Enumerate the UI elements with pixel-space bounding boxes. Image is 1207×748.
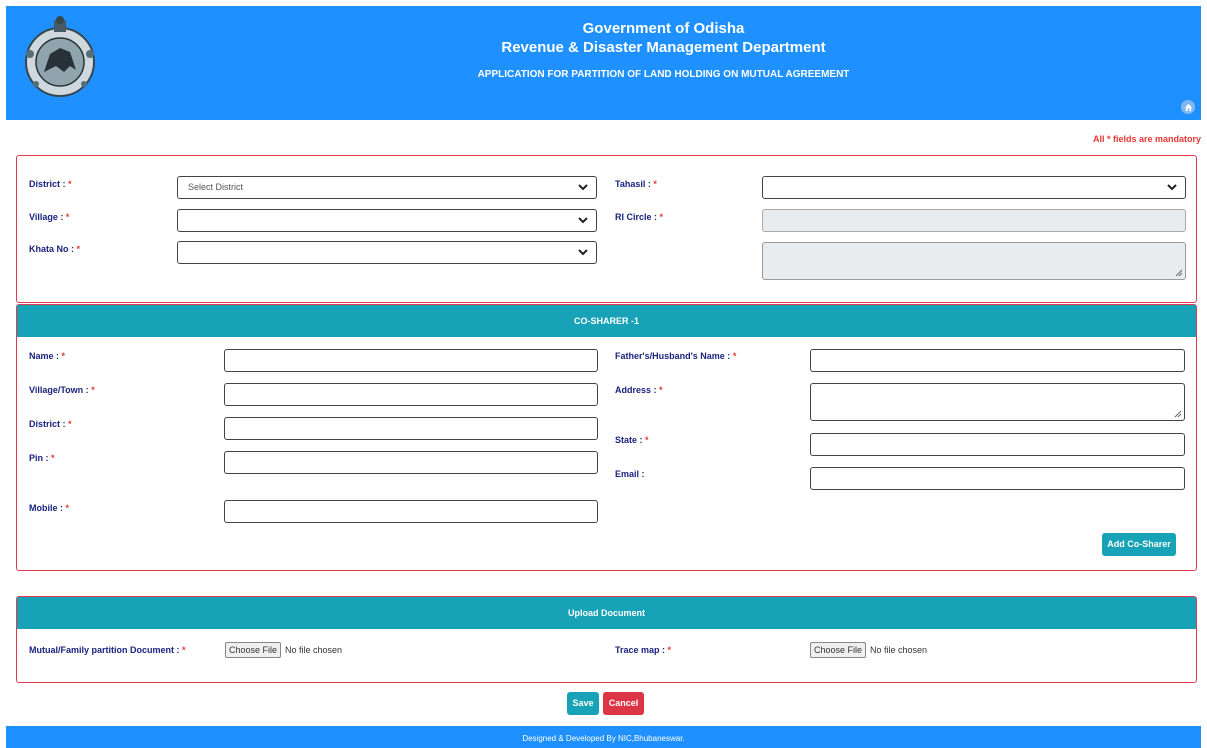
header-banner: Government of Odisha Revenue & Disaster … bbox=[6, 6, 1201, 120]
district-select-value: Select District bbox=[188, 182, 244, 192]
trace-map-label: Trace map : * bbox=[615, 645, 672, 655]
co-sharer-title: CO-SHARER -1 bbox=[17, 305, 1196, 337]
header-title: Government of Odisha bbox=[582, 20, 745, 37]
cancel-button[interactable]: Cancel bbox=[603, 692, 644, 715]
address-label: Address : * bbox=[615, 385, 663, 395]
email-label: Email : bbox=[615, 469, 645, 479]
upload-title: Upload Document bbox=[17, 597, 1196, 629]
district-label: District : * bbox=[29, 179, 72, 189]
village-town-label: Village/Town : * bbox=[29, 385, 95, 395]
home-icon bbox=[1184, 103, 1192, 111]
co-sharer-district-input[interactable] bbox=[224, 417, 598, 440]
partition-document-choose-button[interactable]: Choose File bbox=[225, 642, 282, 658]
upload-panel: Upload Document Mutual/Family partition … bbox=[16, 596, 1197, 683]
resize-grip-icon bbox=[1175, 269, 1183, 277]
state-label: State : * bbox=[615, 435, 649, 445]
ri-circle-label: RI Circle : * bbox=[615, 212, 664, 222]
village-label: Village : * bbox=[29, 212, 70, 222]
name-input[interactable] bbox=[224, 349, 598, 372]
tahasil-select[interactable] bbox=[762, 176, 1186, 199]
trace-map-file: Choose File No file chosen bbox=[810, 642, 927, 658]
ri-circle-field bbox=[762, 209, 1186, 232]
location-panel: District : * Select District Tahasil : *… bbox=[16, 155, 1197, 303]
pin-label: Pin : * bbox=[29, 453, 55, 463]
partition-document-label: Mutual/Family partition Document : * bbox=[29, 645, 186, 655]
department-title: Revenue & Disaster Management Department bbox=[501, 39, 826, 56]
save-button[interactable]: Save bbox=[567, 692, 599, 715]
co-sharer-panel: CO-SHARER -1 Name : * Father's/Husband's… bbox=[16, 304, 1197, 571]
application-title: APPLICATION FOR PARTITION OF LAND HOLDIN… bbox=[477, 69, 850, 80]
state-input[interactable] bbox=[810, 433, 1185, 456]
father-name-input[interactable] bbox=[810, 349, 1185, 372]
trace-map-choose-button[interactable]: Choose File bbox=[810, 642, 867, 658]
khata-label: Khata No : * bbox=[29, 244, 81, 254]
home-button[interactable] bbox=[1181, 100, 1195, 114]
partition-document-status: No file chosen bbox=[285, 645, 343, 655]
father-name-label: Father's/Husband's Name : * bbox=[615, 351, 737, 361]
footer: Designed & Developed By NIC,Bhubaneswar. bbox=[6, 726, 1201, 748]
village-select[interactable] bbox=[177, 209, 597, 232]
mobile-label: Mobile : * bbox=[29, 503, 70, 513]
district-select[interactable]: Select District bbox=[177, 176, 597, 199]
mobile-input[interactable] bbox=[224, 500, 598, 523]
address-textarea[interactable] bbox=[810, 383, 1185, 421]
resize-grip-icon bbox=[1174, 410, 1182, 418]
chevron-down-icon bbox=[578, 184, 588, 191]
chevron-down-icon bbox=[578, 249, 588, 256]
trace-map-status: No file chosen bbox=[870, 645, 928, 655]
page: Government of Odisha Revenue & Disaster … bbox=[6, 6, 1201, 748]
tahasil-label: Tahasil : * bbox=[615, 179, 657, 189]
village-town-input[interactable] bbox=[224, 383, 598, 406]
co-sharer-district-label: District : * bbox=[29, 419, 72, 429]
mandatory-note: All * fields are mandatory bbox=[1092, 134, 1201, 144]
email-input[interactable] bbox=[810, 467, 1185, 490]
chevron-down-icon bbox=[578, 217, 588, 224]
pin-input[interactable] bbox=[224, 451, 598, 474]
partition-document-file: Choose File No file chosen bbox=[225, 642, 342, 658]
add-co-sharer-button[interactable]: Add Co-Sharer bbox=[1102, 533, 1176, 556]
chevron-down-icon bbox=[1167, 184, 1177, 191]
name-label: Name : * bbox=[29, 351, 66, 361]
khata-select[interactable] bbox=[177, 241, 597, 264]
khata-details-textarea bbox=[762, 242, 1186, 280]
